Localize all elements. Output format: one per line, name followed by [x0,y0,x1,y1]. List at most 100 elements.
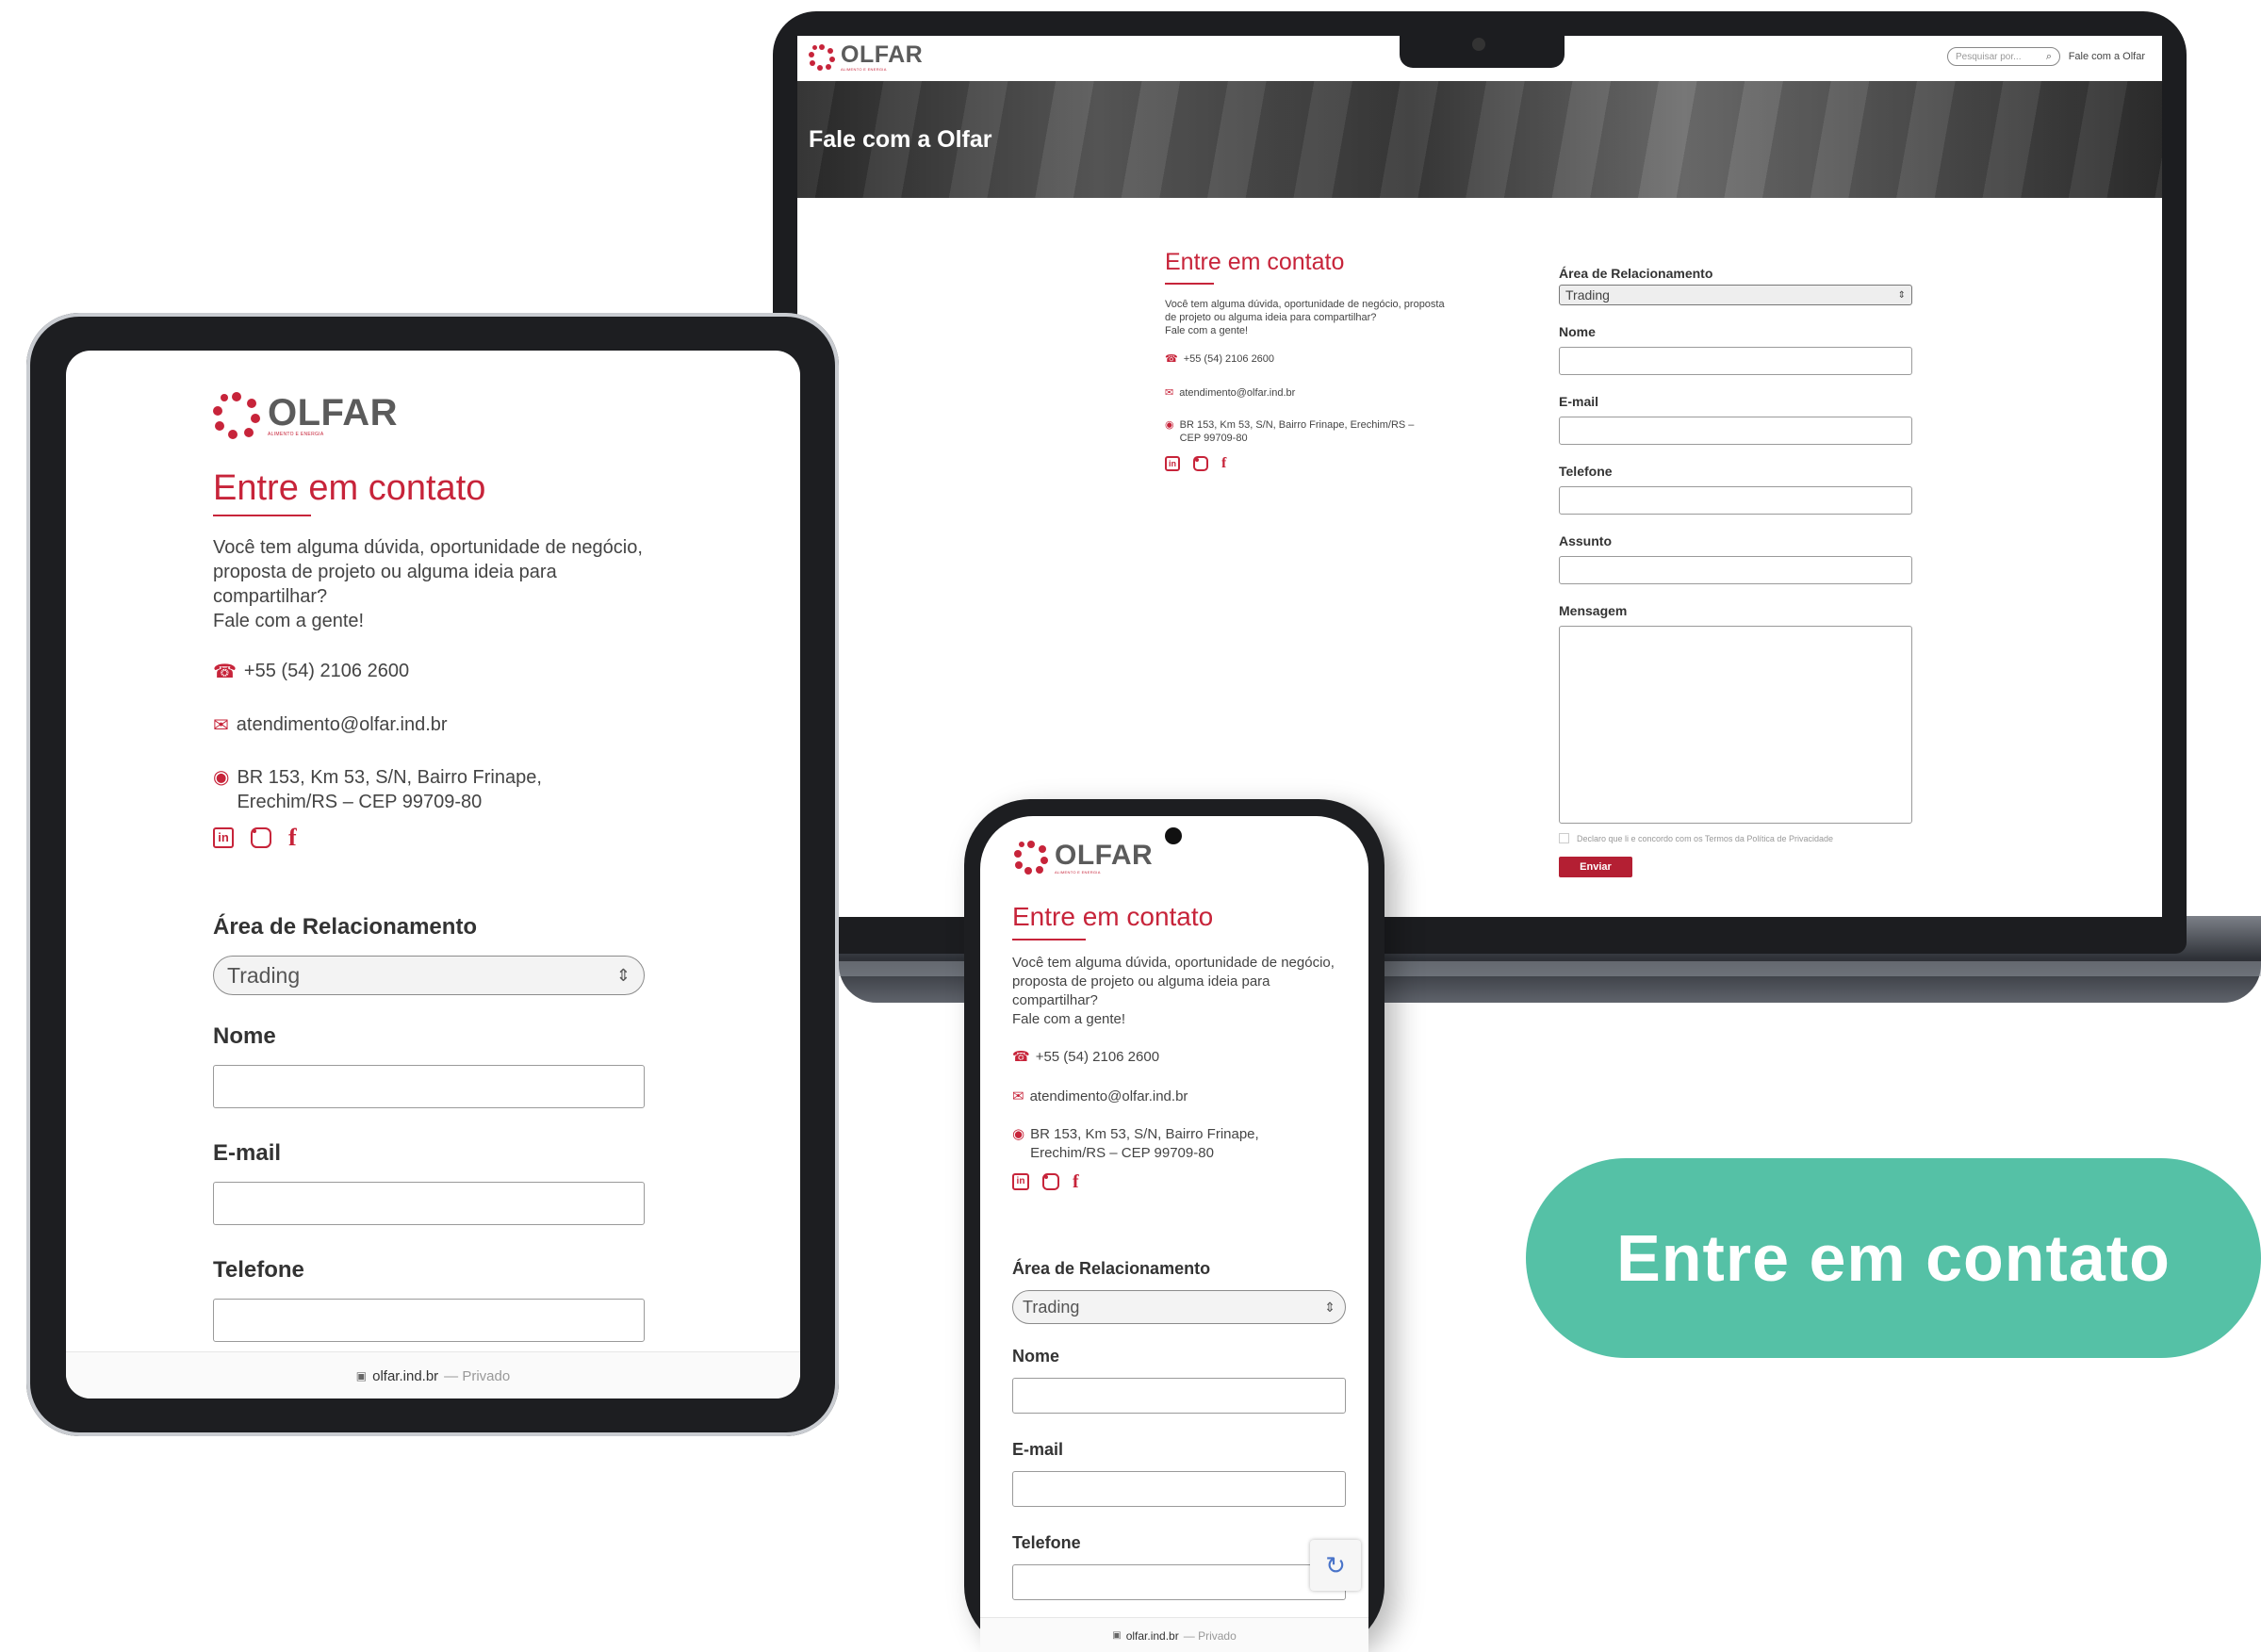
hero-title: Fale com a Olfar [809,126,992,153]
title-underline [1165,283,1214,285]
phone-field[interactable] [213,1299,645,1342]
phone-icon: ☎ [213,662,237,682]
area-select[interactable]: Trading ⇕ [1559,285,1912,305]
subject-label: Assunto [1559,533,1612,548]
select-arrows-icon: ⇕ [1324,1299,1335,1315]
select-arrows-icon: ⇕ [615,965,631,985]
name-field[interactable] [1559,347,1912,375]
search-icon: ⌕ [2045,50,2052,62]
laptop-camera [1472,38,1485,51]
linkedin-icon[interactable]: in [213,827,234,848]
phone-url-bar[interactable]: ▣ olfar.ind.br — Privado [980,1617,1368,1652]
phone-camera [1165,827,1182,844]
facebook-icon[interactable]: f [288,826,297,850]
name-field[interactable] [213,1065,645,1108]
url-text: olfar.ind.br [1125,1628,1179,1643]
phone-icon: ☎ [1012,1049,1030,1065]
phone-item[interactable]: ☎ +55 (54) 2106 2600 [213,660,656,683]
email-item[interactable]: ✉ atendimento@olfar.ind.br [1165,386,1457,400]
location-pin-icon: ◉ [213,767,230,788]
area-select-value: Trading [227,962,301,988]
phone-number: +55 (54) 2106 2600 [1035,1048,1160,1065]
address-line-1: BR 153, Km 53, S/N, Bairro Frinape, [1030,1126,1259,1142]
instagram-icon[interactable] [1042,1173,1059,1190]
lock-icon: ▣ [355,1369,368,1382]
search-input[interactable]: Pesquisar por... ⌕ [1947,47,2060,66]
message-textarea[interactable] [1559,626,1912,824]
facebook-icon[interactable]: f [1221,456,1226,471]
url-privacy-label: — Privado [1183,1628,1237,1643]
logo-dots-icon [1014,841,1048,875]
area-label: Área de Relacionamento [1012,1259,1211,1278]
email-label: E-mail [1559,394,1599,409]
url-privacy-label: — Privado [444,1367,511,1384]
facebook-icon[interactable]: f [1073,1172,1079,1191]
email-item[interactable]: ✉ atendimento@olfar.ind.br [1012,1088,1352,1105]
location-pin-icon: ◉ [1012,1126,1025,1142]
consent-text: Declaro que li e concordo com os Termos … [1577,833,1833,843]
url-text: olfar.ind.br [372,1367,439,1384]
instagram-icon[interactable] [251,827,271,848]
select-arrows-icon: ⇕ [1897,289,1906,301]
tablet-screen: OLFAR ALIMENTO E ENERGIA Entre em contat… [66,351,800,1398]
phone-screen: OLFAR ALIMENTO E ENERGIA Entre em contat… [980,816,1368,1652]
phone-icon: ☎ [1165,353,1178,365]
mail-icon: ✉ [213,715,229,736]
laptop-screen: OLFAR ALIMENTO E ENERGIA Pesquisar por..… [797,36,2162,917]
name-field[interactable] [1012,1378,1346,1414]
phone-field[interactable] [1012,1564,1346,1600]
address-line-2: CEP 99709-80 [1179,433,1248,444]
logo-wordmark: OLFAR [1055,839,1154,871]
area-select[interactable]: Trading ⇕ [213,956,645,995]
title-underline [213,515,311,516]
hero-banner: Fale com a Olfar [797,81,2162,198]
title-underline [1012,939,1086,940]
phone-contact-form: Área de Relacionamento Trading ⇕ Nome E-… [1012,1259,1346,1600]
address-line-2: Erechim/RS – CEP 99709-80 [237,792,483,812]
phone-label: Telefone [1559,464,1613,479]
address-item: ◉ BR 153, Km 53, S/N, Bairro Frinape, Er… [1165,418,1457,445]
area-select-value: Trading [1565,287,1610,303]
contact-intro: Você tem alguma dúvida, oportunidade de … [1012,955,1335,1008]
cta-contact-button[interactable]: Entre em contato [1526,1158,2261,1358]
address-item: ◉ BR 153, Km 53, S/N, Bairro Frinape, Er… [213,765,656,814]
location-pin-icon: ◉ [1165,419,1174,431]
email-field[interactable] [1559,417,1912,445]
contact-form: Área de Relacionamento Trading ⇕ Nome E-… [1559,266,1912,877]
mail-icon: ✉ [1165,387,1174,399]
address-line-1: BR 153, Km 53, S/N, Bairro Frinape, Erec… [1179,419,1415,431]
recaptcha-badge-icon[interactable]: ↻ [1310,1540,1361,1591]
phone-field[interactable] [1559,486,1912,515]
message-label: Mensagem [1559,603,1628,618]
phone-number: +55 (54) 2106 2600 [1183,353,1275,365]
consent-checkbox[interactable] [1559,833,1569,843]
email-address: atendimento@olfar.ind.br [1179,387,1296,399]
area-select-value: Trading [1023,1297,1080,1317]
instagram-icon[interactable] [1193,456,1208,471]
contact-info: Entre em contato Você tem alguma dúvida,… [1165,249,1457,471]
phone-contact-info: Entre em contato Você tem alguma dúvida,… [1012,901,1352,1191]
contact-title: Entre em contato [1012,902,1214,931]
contact-intro-cta: Fale com a gente! [213,611,365,631]
laptop-logo[interactable]: OLFAR ALIMENTO E ENERGIA [809,43,923,72]
submit-button[interactable]: Enviar [1559,857,1632,877]
subject-field[interactable] [1559,556,1912,584]
email-field[interactable] [213,1182,645,1225]
email-field[interactable] [1012,1471,1346,1507]
nav-link-fale-com-a-olfar[interactable]: Fale com a Olfar [2069,51,2145,62]
social-links: in f [1012,1172,1352,1191]
logo-dots-icon [809,44,835,71]
linkedin-icon[interactable]: in [1165,456,1180,471]
email-address: atendimento@olfar.ind.br [1029,1088,1188,1104]
linkedin-icon[interactable]: in [1012,1173,1029,1190]
social-links: in f [1165,456,1457,471]
area-select[interactable]: Trading ⇕ [1012,1290,1346,1324]
contact-title: Entre em contato [213,468,486,508]
phone-item[interactable]: ☎ +55 (54) 2106 2600 [1012,1048,1352,1066]
tablet-logo[interactable]: OLFAR ALIMENTO E ENERGIA [213,392,398,439]
phone-item[interactable]: ☎ +55 (54) 2106 2600 [1165,352,1457,366]
email-label: E-mail [213,1140,282,1166]
phone-logo[interactable]: OLFAR ALIMENTO E ENERGIA [1014,841,1153,875]
email-item[interactable]: ✉ atendimento@olfar.ind.br [213,713,656,737]
tablet-url-bar[interactable]: ▣ olfar.ind.br — Privado [66,1351,800,1398]
